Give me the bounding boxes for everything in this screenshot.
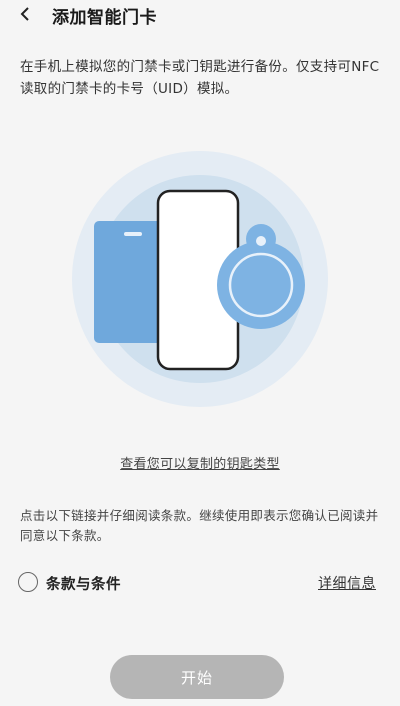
app-header: 添加智能门卡 <box>0 0 400 34</box>
start-button[interactable]: 开始 <box>110 655 284 699</box>
nfc-illustration <box>60 145 340 415</box>
back-button[interactable] <box>14 3 36 25</box>
details-link[interactable]: 详细信息 <box>318 573 376 593</box>
terms-row: 条款与条件 详细信息 <box>18 570 382 596</box>
key-types-link[interactable]: 查看您可以复制的钥匙类型 <box>0 453 400 472</box>
page-title: 添加智能门卡 <box>52 8 157 28</box>
description-text: 在手机上模拟您的门禁卡或门钥匙进行备份。仅支持可NFC读取的门禁卡的卡号（UID… <box>20 59 380 97</box>
terms-agree-checkbox[interactable] <box>18 572 38 592</box>
terms-label: 条款与条件 <box>46 577 121 593</box>
terms-note: 点击以下链接并仔细阅读条款。继续使用即表示您确认已阅读并同意以下条款。 <box>20 508 379 543</box>
chevron-left-icon <box>20 7 29 21</box>
